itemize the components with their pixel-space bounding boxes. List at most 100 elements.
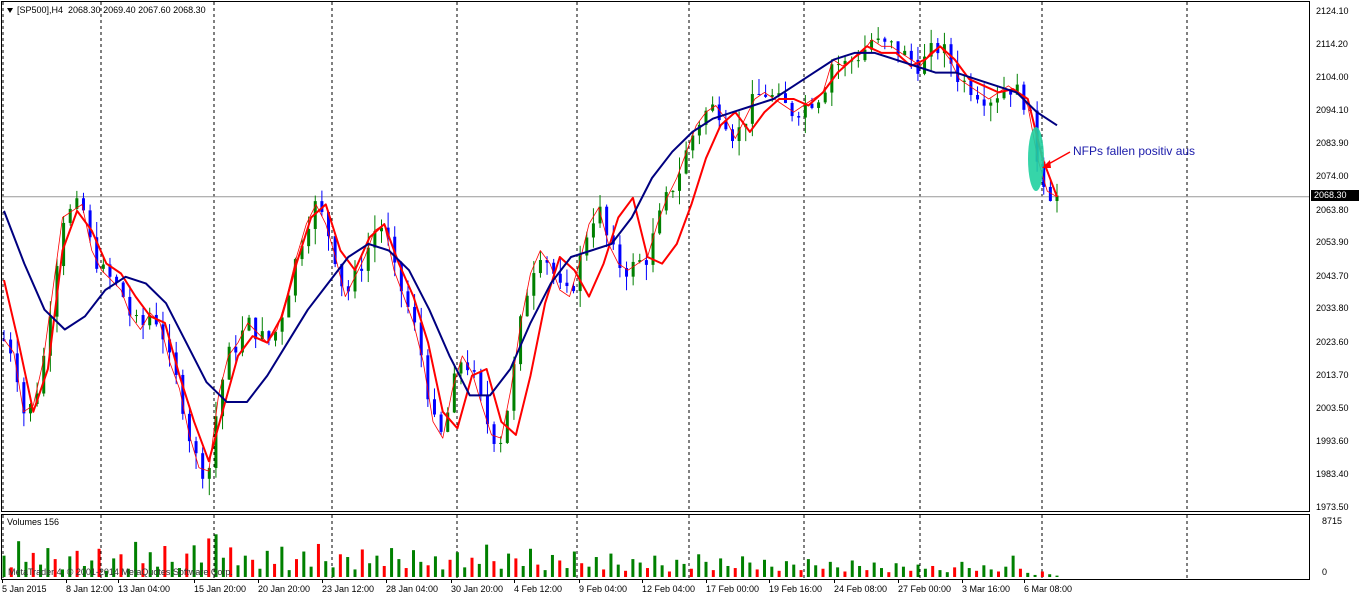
volume-bar [660,565,664,577]
volume-bar [529,548,532,577]
volume-tick-label: 8715 [1322,516,1343,526]
price-tick-label: 2074.00 [1316,171,1349,181]
volume-bar [572,551,576,577]
date-tick-mark [194,580,195,583]
volume-bar [982,565,986,577]
volume-bar [792,564,796,577]
volume-bar [368,563,372,577]
volume-panel[interactable]: Volumes 156 MetaTrader 4, © 2001-2014 Me… [1,514,1310,580]
volume-bar [872,562,876,577]
candle-body [909,50,913,60]
volume-bar [316,543,320,577]
chart-header: [SP500],H4 2068.30 2069.40 2067.60 2068.… [7,5,206,15]
candle-body [42,355,46,394]
volume-bar [265,550,269,577]
volume-bar [960,561,964,577]
candle-body [88,210,92,238]
candle-body [360,268,364,271]
candle-body [492,424,496,444]
candle-body [664,192,668,211]
slow-moving-average-line [3,51,1058,403]
price-tick-label: 1983.40 [1316,469,1349,480]
volume-bar [594,557,598,577]
volume-bar [945,572,949,577]
volume-bar [638,562,642,577]
candle-body [982,99,986,106]
date-tick-mark [579,580,580,583]
date-tick-label: 27 Feb 00:00 [898,584,952,594]
volume-bar [455,552,459,577]
candle-body [995,98,999,103]
candle-body [538,260,542,274]
date-tick-mark [258,580,259,583]
volume-bar [931,565,935,577]
candle-body [591,223,595,238]
volume-bar [338,554,342,577]
chart-header-text: [SP500],H4 2068.30 2069.40 2067.60 2068.… [17,5,206,15]
volume-bar [770,566,774,577]
price-tick-label: 2094.10 [1316,104,1349,115]
candle-body [631,261,635,277]
volume-bar [704,561,708,577]
candle-body [883,38,887,42]
candle-body [565,282,569,287]
volume-bar [287,570,291,577]
volume-bar [836,567,840,577]
price-tick-label: 1973.50 [1316,502,1349,512]
volume-bar [295,559,298,577]
date-tick-mark [769,580,770,583]
candle-body [678,173,682,191]
date-tick-label: 5 Jan 2015 [2,584,47,594]
volume-bar [433,556,437,577]
watermark: MetaTrader 4, © 2001-2014 MetaQuotes Sof… [8,567,233,577]
volume-bar [865,570,869,577]
candle-body [121,282,125,297]
volume-bar [843,571,847,577]
price-tick-label: 2013.70 [1316,369,1349,380]
date-tick-mark [2,580,3,583]
volume-bar [397,559,401,577]
volume-bar [499,568,503,577]
volume-bar [624,570,628,577]
volume-bar [273,563,277,577]
date-tick-label: 23 Jan 12:00 [322,584,375,594]
date-tick-label: 8 Jan 12:00 [66,584,114,594]
volume-bar [784,561,788,577]
volume-bar [1011,555,1015,577]
candle-body [817,102,821,108]
volume-bar [1055,575,1059,577]
volume-bar [1033,574,1037,577]
candle-body [889,41,893,43]
volume-bar [302,551,306,577]
date-tick-mark [962,580,963,583]
volume-bar [726,565,730,577]
candle-body [353,268,357,292]
volume-bar [492,561,496,577]
candle-body [479,371,483,396]
candle-body [803,103,807,118]
date-tick-mark [706,580,707,583]
candle-body [194,441,198,454]
volume-bar [711,570,715,577]
volume-bar [850,560,854,577]
volume-bar [799,570,803,577]
volume-bar [682,563,686,577]
volume-bar [360,549,364,577]
candle-body [757,94,761,96]
volume-bar [324,561,328,577]
volume-bar [514,558,518,577]
nfp-annotation-text: NFPs fallen positiv aus [1073,144,1196,158]
volume-bar [806,559,810,577]
price-chart-canvas[interactable] [2,2,1309,511]
volume-bar [997,571,1000,577]
volume-bar [331,567,335,577]
volume-bar [412,550,415,577]
candle-body [472,370,476,372]
header-dropdown-icon[interactable] [7,8,13,14]
date-tick-label: 4 Feb 12:00 [514,584,563,594]
price-tick-label: 2053.90 [1316,237,1349,248]
volume-bar [755,569,759,577]
volume-bar [382,565,386,577]
volume-header: Volumes 156 [7,517,60,527]
main-chart-panel[interactable]: [SP500],H4 2068.30 2069.40 2067.60 2068.… [1,1,1310,512]
